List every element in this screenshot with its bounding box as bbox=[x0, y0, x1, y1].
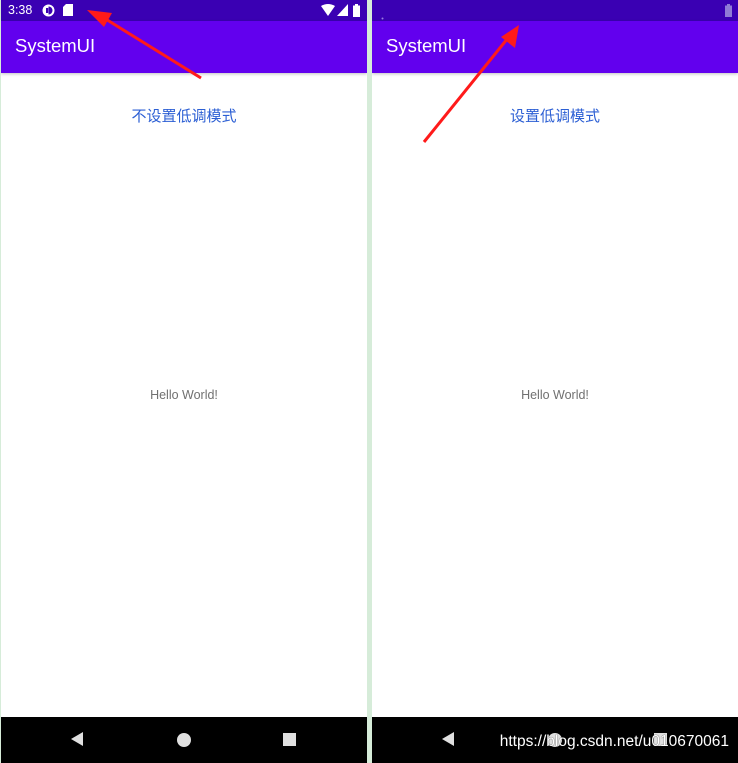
back-icon[interactable] bbox=[441, 731, 455, 751]
battery-icon bbox=[353, 4, 360, 20]
back-icon[interactable] bbox=[70, 731, 84, 751]
app-bar: SystemUI bbox=[372, 21, 738, 73]
wifi-icon bbox=[321, 4, 335, 19]
recents-icon[interactable] bbox=[283, 733, 296, 746]
signal-icon bbox=[337, 4, 348, 19]
app-title: SystemUI bbox=[386, 35, 467, 56]
low-profile-button[interactable]: 设置低调模式 bbox=[372, 105, 738, 126]
hello-world-text: Hello World! bbox=[521, 388, 589, 402]
status-bar bbox=[372, 0, 738, 21]
navigation-bar bbox=[1, 717, 367, 763]
app-title: SystemUI bbox=[15, 35, 96, 56]
app-bar: SystemUI bbox=[1, 21, 367, 73]
watermark-url: https://blog.csdn.net/u010670061 bbox=[499, 733, 729, 750]
status-bar: 3:38 bbox=[1, 0, 367, 21]
status-time: 3:38 bbox=[8, 3, 33, 17]
home-icon[interactable] bbox=[177, 733, 191, 747]
left-phone-screen: 3:38 SystemUI 不设置低调模式 Hello World! bbox=[1, 0, 367, 763]
battery-icon bbox=[725, 4, 732, 20]
no-low-profile-button[interactable]: 不设置低调模式 bbox=[1, 105, 367, 126]
hello-world-text: Hello World! bbox=[150, 388, 218, 402]
sd-card-icon bbox=[63, 4, 73, 19]
sync-icon bbox=[42, 4, 55, 20]
right-phone-screen: SystemUI 设置低调模式 Hello World! bbox=[372, 0, 738, 763]
